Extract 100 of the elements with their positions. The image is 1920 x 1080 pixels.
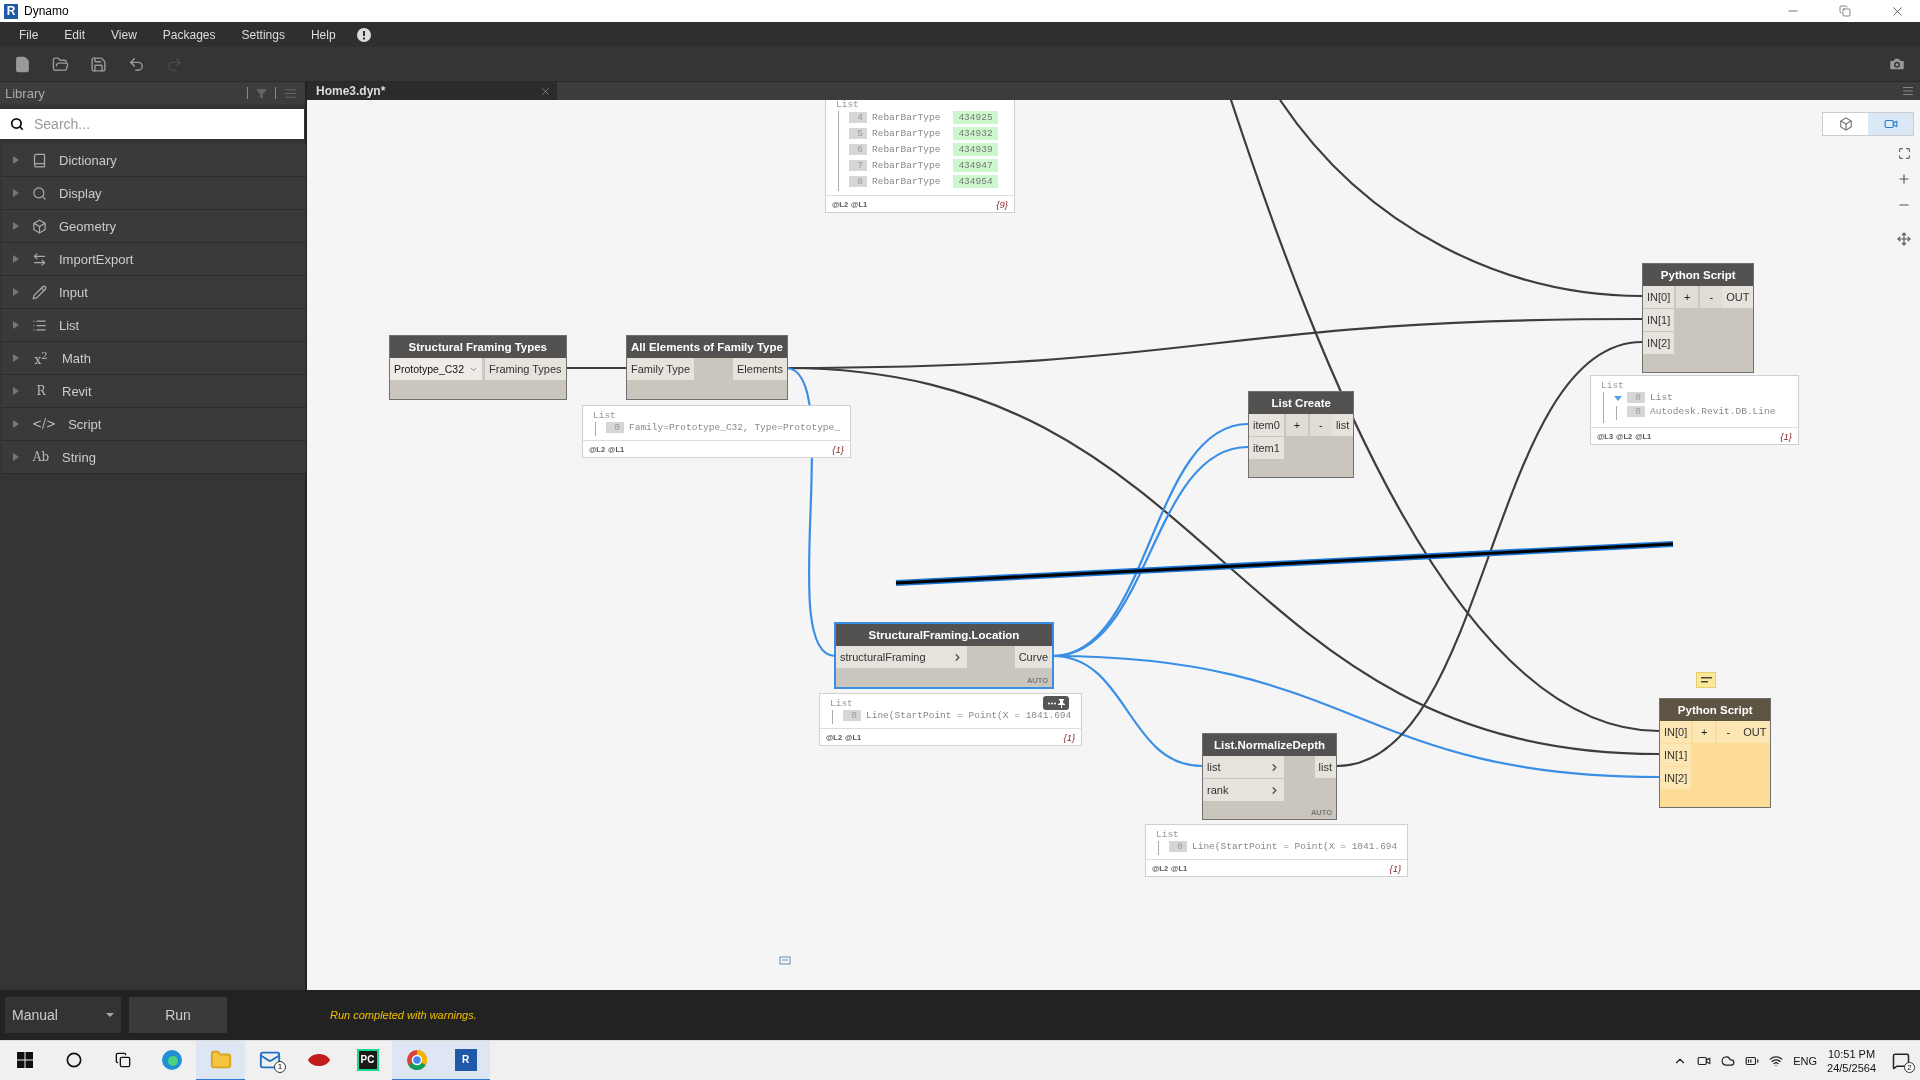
notification-button[interactable]: 2 <box>1886 1045 1916 1076</box>
input-port[interactable]: Family Type <box>627 358 695 380</box>
output-port[interactable]: list <box>1314 756 1336 778</box>
menu-item[interactable]: File <box>6 27 52 42</box>
output-port[interactable]: OUT <box>1739 721 1771 743</box>
menu-icon[interactable] <box>1902 85 1914 97</box>
input-port[interactable]: IN[2] <box>1660 767 1692 789</box>
input-port[interactable]: IN[2] <box>1643 332 1675 354</box>
input-port[interactable]: structuralFraming <box>836 646 967 668</box>
pin-icon <box>1057 698 1065 708</box>
port-count-button[interactable]: - <box>1309 414 1332 436</box>
output-port[interactable]: Framing Types <box>485 358 566 380</box>
category-label: String <box>62 449 96 465</box>
mail-button[interactable]: 1 <box>245 1040 294 1080</box>
library-category[interactable]: Input <box>2 276 306 309</box>
library-category[interactable]: Display <box>2 177 306 210</box>
new-file-icon[interactable] <box>14 55 31 73</box>
search-icon <box>65 1051 82 1068</box>
library-category[interactable]: x$^{2}$ Math <box>2 342 306 375</box>
search-field[interactable]: Search... <box>0 109 304 139</box>
alert-icon[interactable] <box>356 27 371 42</box>
list-item-value: 434932 <box>953 127 998 140</box>
library-category[interactable]: Geometry <box>2 210 306 243</box>
list-item-value: 434925 <box>953 111 998 124</box>
restore-icon <box>1839 5 1851 17</box>
app-logo: R <box>4 3 18 19</box>
library-category[interactable]: List <box>2 309 306 342</box>
wifi-icon[interactable] <box>1769 1053 1784 1068</box>
menu-item[interactable]: View <box>98 27 150 42</box>
run-status: Run completed with warnings. <box>330 1009 477 1021</box>
cube-icon <box>1838 117 1853 131</box>
library-category[interactable]: Ab String <box>2 441 306 474</box>
browser-icon[interactable] <box>392 1040 441 1080</box>
cloud-icon[interactable] <box>1721 1053 1736 1068</box>
output-port[interactable]: OUT <box>1722 286 1754 308</box>
list-title: List <box>836 100 859 110</box>
port-count-button[interactable]: + <box>1676 286 1699 308</box>
search-icon <box>32 185 47 201</box>
input-port[interactable]: rank <box>1203 779 1284 801</box>
category-label: ImportExport <box>59 251 134 267</box>
input-port[interactable]: IN[1] <box>1643 309 1675 331</box>
menu-item[interactable]: Help <box>297 27 349 42</box>
close-icon[interactable] <box>540 85 551 97</box>
list-item-text: RebarBarType <box>872 112 941 123</box>
save-icon[interactable] <box>90 55 107 73</box>
pan-icon[interactable] <box>1895 230 1913 248</box>
input-port[interactable]: IN[0] <box>1660 721 1692 743</box>
library-category[interactable]: Dictionary <box>2 144 306 177</box>
node[interactable]: Structural Framing Types Prototype_C32 Framing Types <box>389 335 567 400</box>
port-count-button[interactable]: - <box>1717 721 1740 743</box>
menu-item[interactable]: Packages <box>149 27 229 42</box>
output-port[interactable]: list <box>1331 414 1354 436</box>
revit-icon[interactable]: R <box>441 1040 490 1080</box>
clock[interactable]: 10:51 PM 24/5/2564 <box>1827 1046 1876 1075</box>
category-icon: R <box>32 384 50 398</box>
list-title: List <box>1601 380 1624 391</box>
input-port[interactable]: item0 <box>1249 414 1284 436</box>
input-port[interactable]: list <box>1203 756 1284 778</box>
language-indicator[interactable]: ENG <box>1793 1054 1818 1067</box>
run-mode-dropdown[interactable]: Manual <box>5 997 121 1033</box>
library-category[interactable]: ImportExport <box>2 243 306 276</box>
menu-item[interactable]: Settings <box>228 27 298 42</box>
output-port[interactable]: Elements <box>733 358 787 380</box>
port-count-button[interactable]: - <box>1700 286 1723 308</box>
category-label: List <box>59 317 80 333</box>
node[interactable]: Python Script IN[0] IN[1] IN[2] + - OUT <box>1642 263 1755 373</box>
preview-pin-button[interactable] <box>1043 696 1070 710</box>
comment-icon[interactable] <box>1696 672 1716 688</box>
input-port[interactable]: IN[1] <box>1660 744 1692 766</box>
category-label: Math <box>62 350 91 366</box>
port-count-button[interactable]: + <box>1693 721 1716 743</box>
output-port[interactable]: Curve <box>1014 646 1052 668</box>
menu-item[interactable]: Edit <box>51 27 99 42</box>
node-title: List Create <box>1249 392 1354 414</box>
folder-button[interactable] <box>196 1040 245 1080</box>
dropdown-value: Prototype_C32 <box>394 363 465 375</box>
notification-count: 2 <box>1904 1061 1915 1073</box>
node[interactable]: List Create item0 item1 + - list <box>1248 391 1355 478</box>
input-port[interactable]: item1 <box>1249 437 1284 459</box>
file-tab[interactable]: Home3.dyn* <box>307 82 557 100</box>
library-title: Library <box>5 85 46 101</box>
expanded-triangle-icon[interactable] <box>1614 393 1622 402</box>
run-button[interactable]: Run <box>129 997 227 1033</box>
item-count: {1} <box>1063 731 1076 743</box>
list-title: List <box>830 698 853 709</box>
list-index: 6 <box>849 144 867 155</box>
category-label: Display <box>59 185 102 201</box>
graph-view-button[interactable] <box>1868 113 1913 135</box>
category-label: Input <box>59 284 88 300</box>
library-category[interactable]: </> Script <box>2 408 306 441</box>
open-folder-icon[interactable] <box>52 55 69 73</box>
node-title: All Elements of Family Type <box>627 336 787 358</box>
type-dropdown[interactable]: Prototype_C32 <box>390 358 484 380</box>
input-port[interactable]: IN[0] <box>1643 286 1675 308</box>
library-category[interactable]: R Revit <box>2 375 306 408</box>
list-index: 7 <box>849 160 867 171</box>
node-title: Python Script <box>1660 699 1771 721</box>
port-count-button[interactable]: + <box>1285 414 1308 436</box>
undo-icon[interactable] <box>128 55 145 73</box>
node[interactable]: All Elements of Family Type Family Type Elements <box>626 335 788 400</box>
